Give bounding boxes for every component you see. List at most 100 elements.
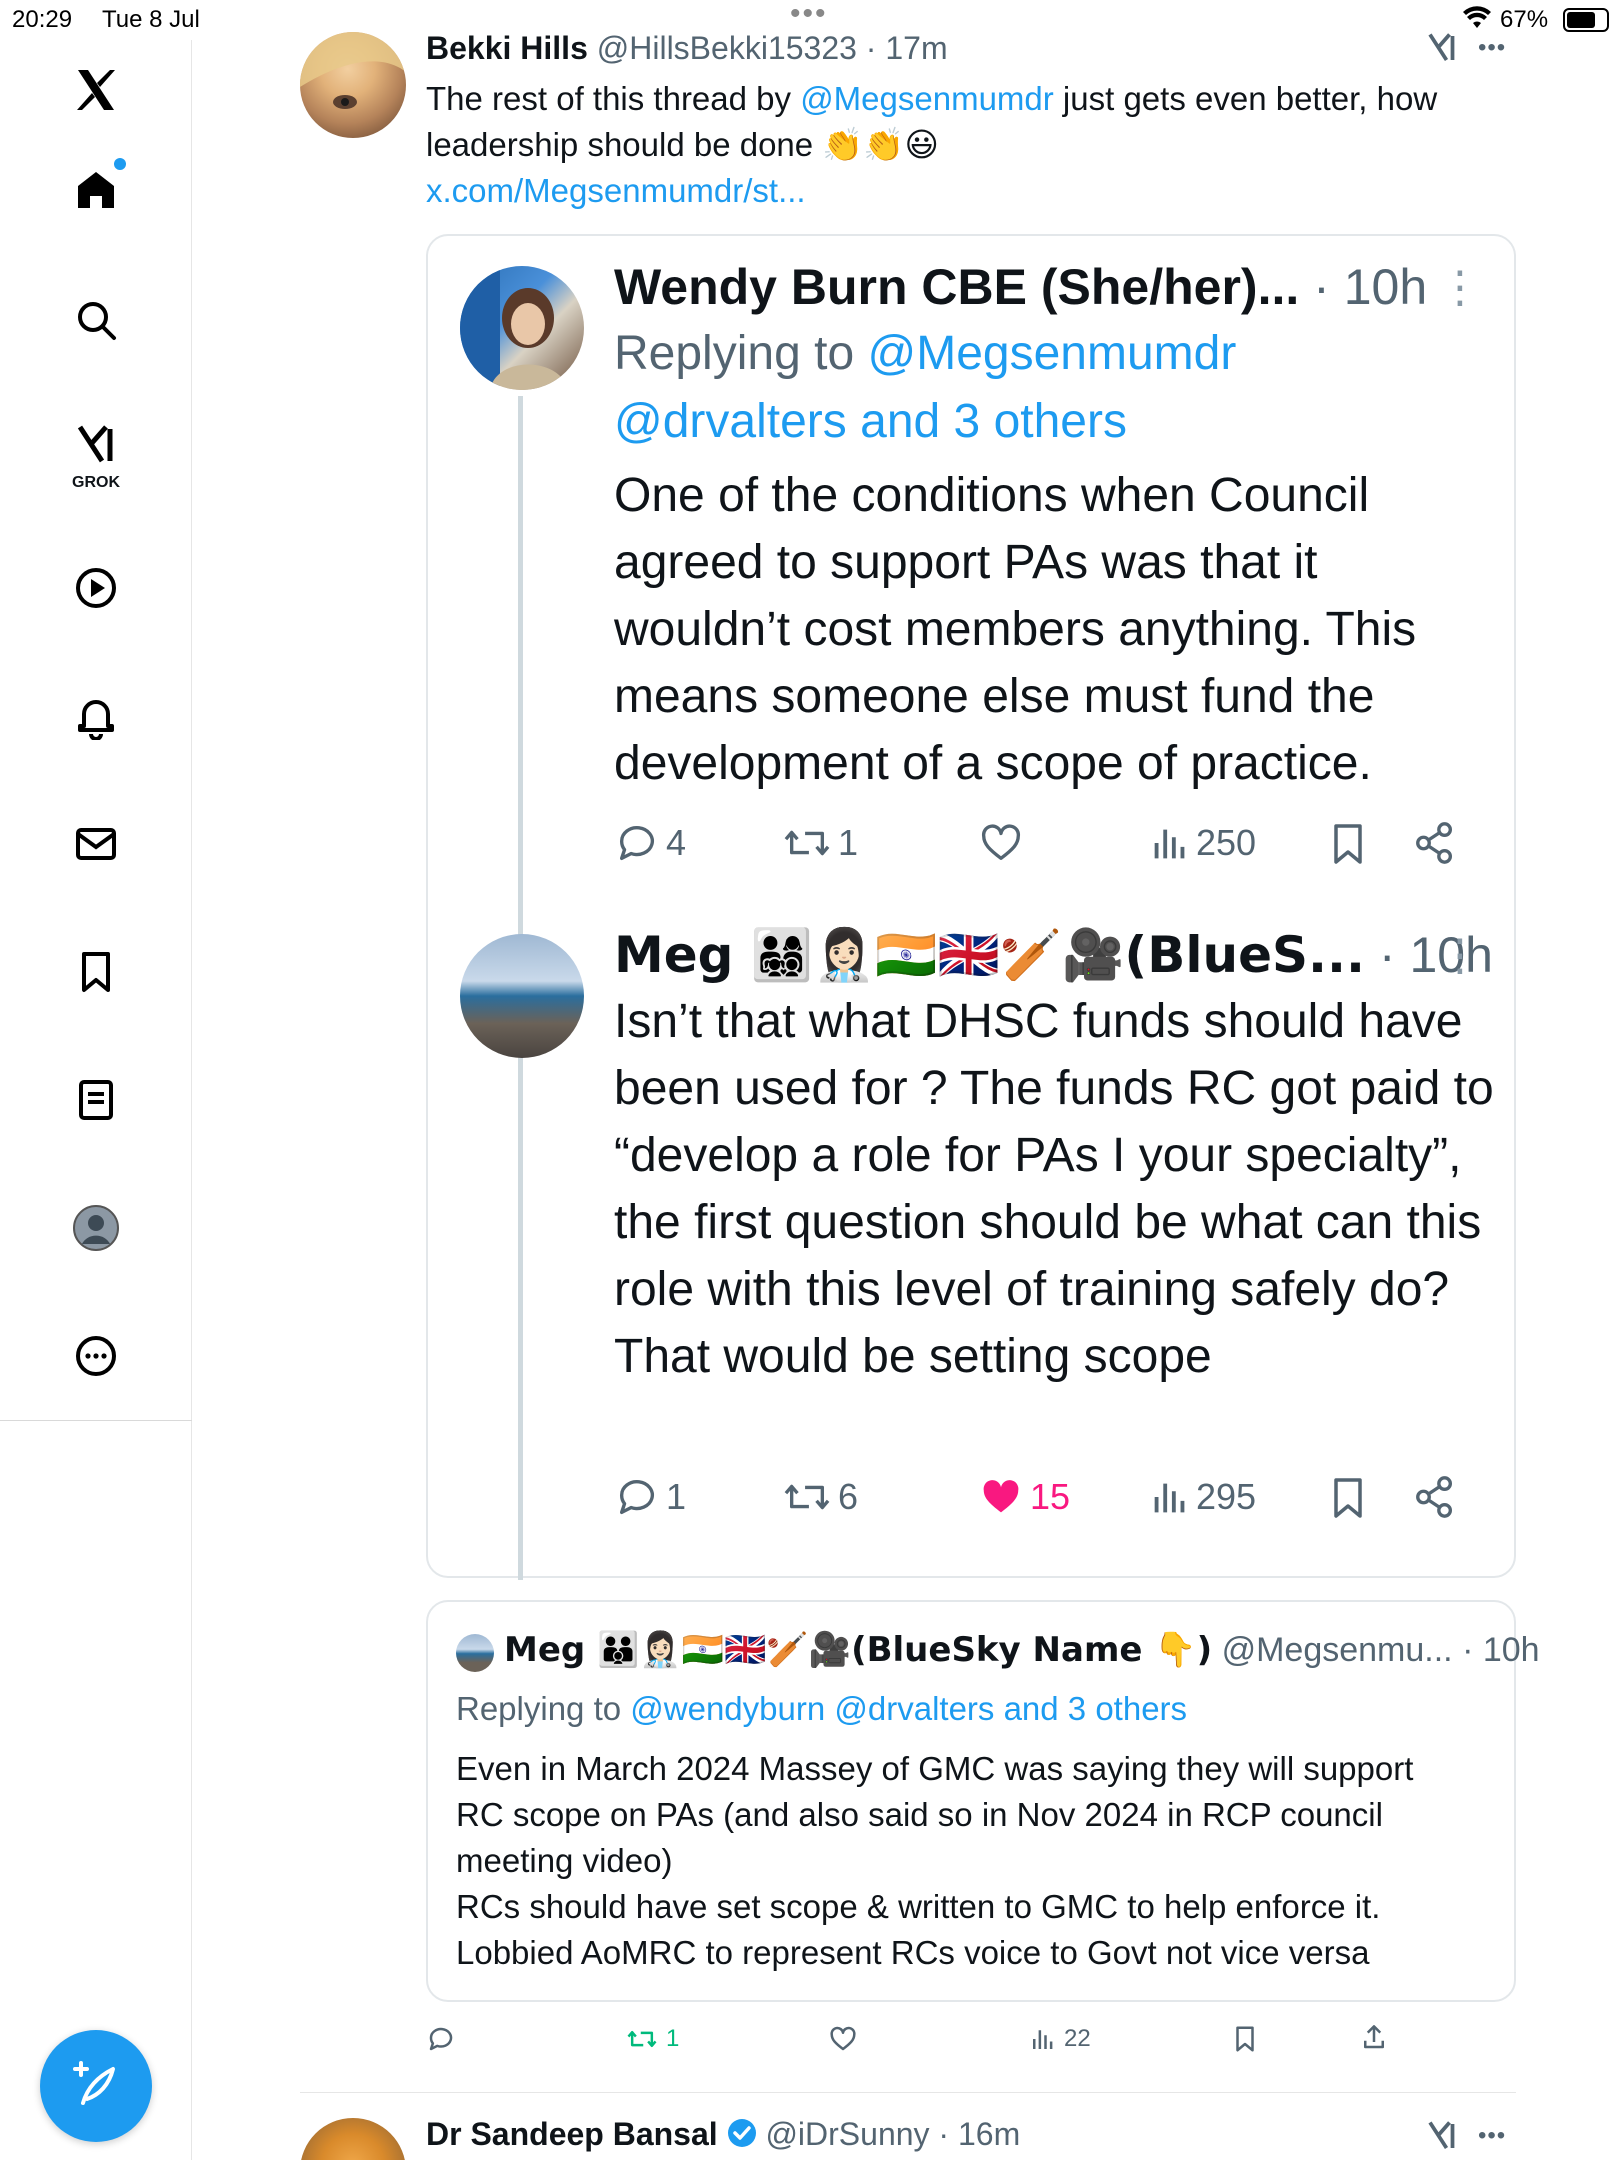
next-author-name[interactable]: Dr Sandeep Bansal (426, 2116, 718, 2152)
status-time: 20:29 (12, 6, 73, 33)
reply2-text: Isn’t that what DHSC funds should have b… (614, 995, 1494, 1383)
tweet-more-icon[interactable]: ••• (1478, 2122, 1506, 2150)
quote-author-name[interactable]: Meg 👪👩🏻‍⚕️🇮🇳🇬🇧🏏🎥(BlueSky Name 👇) (504, 1630, 1212, 1670)
grok-explain-icon[interactable] (1424, 2118, 1460, 2154)
share-upload-icon (1364, 2025, 1384, 2049)
views-button[interactable]: 22 (1030, 2024, 1091, 2054)
views-chart-icon (1033, 2030, 1053, 2049)
author-name[interactable]: Bekki Hills (426, 30, 588, 66)
reply1-more-icon[interactable]: ⋮ (1438, 266, 1482, 310)
embedded-image-card[interactable]: Wendy Burn CBE (She/her)... · 10h ⋮ Repl… (426, 234, 1516, 1580)
reply-icon (619, 826, 654, 861)
quote-text-line: meeting video) (456, 1842, 673, 1879)
video-play-icon[interactable] (56, 548, 136, 628)
reply1-bookmark-action[interactable] (1328, 820, 1368, 868)
bookmark-icon (1236, 2026, 1254, 2052)
quote-text-line: RCs should have set scope & written to G… (456, 1888, 1381, 1925)
share-icon (1416, 1476, 1453, 1518)
next-tweet-header: Dr Sandeep Bansal @iDrSunny · 16m (426, 2116, 1020, 2156)
share-icon (1416, 822, 1453, 864)
reply2-repost-action[interactable]: 6 (782, 1474, 858, 1520)
tweet-text-part: The rest of this thread by (426, 80, 801, 117)
reply1-view-count: 250 (1196, 822, 1257, 863)
reply1-repost-action[interactable]: 1 (782, 820, 858, 866)
repost-icon (627, 2031, 657, 2047)
home-icon[interactable] (56, 150, 136, 230)
status-date: Tue 8 Jul (102, 6, 200, 33)
reply2-more-icon[interactable]: ⋮ (1438, 934, 1482, 978)
tweet-divider (300, 2092, 1516, 2093)
repost-count: 1 (666, 2025, 680, 2052)
views-chart-icon (1154, 829, 1185, 859)
reply1-reply-count: 4 (666, 822, 687, 863)
bookmark-icon (1334, 824, 1362, 864)
quote-text-line: RC scope on PAs (and also said so in Nov… (456, 1796, 1383, 1833)
replying-label: Replying to (614, 327, 868, 380)
messages-envelope-icon[interactable] (56, 804, 136, 884)
author-avatar[interactable] (300, 32, 406, 138)
repost-button[interactable]: 1 (626, 2024, 679, 2054)
sidebar-divider (0, 1420, 192, 1421)
tweet-header: Bekki Hills @HillsBekki15323 · 17m (426, 30, 948, 67)
bookmarks-icon[interactable] (56, 932, 136, 1012)
quoted-tweet-card[interactable]: Meg 👪👩🏻‍⚕️🇮🇳🇬🇧🏏🎥(BlueSky Name 👇) @Megsen… (426, 1600, 1540, 2002)
reply1-views-action[interactable]: 250 (1150, 820, 1256, 866)
reply1-share-action[interactable] (1412, 820, 1458, 866)
reply2-header: Meg 👨‍👩‍👧‍👦👩🏻‍⚕️🇮🇳🇬🇧🏏🎥(BlueS... · 10h (614, 926, 1493, 985)
replying-label: Replying to (456, 1690, 631, 1727)
battery-icon (1563, 8, 1609, 32)
reply2-share-action[interactable] (1412, 1474, 1458, 1520)
reply-button[interactable] (426, 2024, 456, 2054)
reply1-author-name[interactable]: Wendy Burn CBE (She/her)... (614, 259, 1299, 315)
quote-text-line: Even in March 2024 Massey of GMC was say… (456, 1750, 1414, 1787)
views-chart-icon (1154, 1483, 1185, 1513)
reply1-text: One of the conditions when Council agree… (614, 469, 1417, 790)
quote-replying-handles[interactable]: @wendyburn @drvalters and 3 others (630, 1690, 1187, 1727)
reply2-avatar[interactable] (460, 934, 584, 1058)
reply-icon (429, 2027, 453, 2051)
reply2-reply-action[interactable]: 1 (614, 1474, 686, 1520)
quote-avatar[interactable] (456, 1634, 494, 1672)
compose-post-button[interactable] (40, 2030, 152, 2142)
like-button[interactable] (828, 2024, 858, 2054)
search-icon[interactable] (56, 280, 136, 360)
like-heart-icon (830, 2026, 856, 2051)
next-author-avatar[interactable] (300, 2118, 406, 2160)
tweet-header-actions: ••• (1424, 30, 1506, 66)
share-button[interactable] (1360, 2022, 1388, 2052)
bookmark-icon (1334, 1478, 1362, 1518)
repost-icon (784, 830, 830, 856)
more-options-icon[interactable] (56, 1316, 136, 1396)
next-author-handle[interactable]: @iDrSunny (765, 2116, 929, 2152)
reply1-header: Wendy Burn CBE (She/her)... · 10h (614, 258, 1427, 316)
grok-label: GROK (72, 474, 120, 491)
tweet-link[interactable]: x.com/Megsenmumdr/st... (426, 172, 806, 209)
next-tweet-time: · 16m (938, 2116, 1021, 2152)
grok-icon[interactable]: GROK (56, 412, 136, 492)
lists-icon[interactable] (56, 1060, 136, 1140)
reply1-replying-to: Replying to @Megsenmumdr @drvalters and … (614, 320, 1314, 456)
reply1-reply-action[interactable]: 4 (614, 820, 686, 866)
quote-text: Even in March 2024 Massey of GMC was say… (456, 1746, 1496, 1976)
tweet-more-icon[interactable]: ••• (1478, 34, 1506, 62)
reply1-like-action[interactable] (978, 820, 1024, 866)
repost-icon (784, 1484, 830, 1510)
reply1-avatar[interactable] (460, 266, 584, 390)
notifications-bell-icon[interactable] (56, 676, 136, 756)
reply2-bookmark-action[interactable] (1328, 1474, 1368, 1522)
quote-text-line: Lobbied AoMRC to represent RCs voice to … (456, 1934, 1370, 1971)
profile-avatar-icon[interactable] (56, 1188, 136, 1268)
reply2-like-action[interactable]: 15 (978, 1474, 1070, 1520)
x-logo-icon[interactable] (56, 50, 136, 130)
grok-explain-icon[interactable] (1424, 30, 1460, 66)
multitasking-dots-icon[interactable]: ••• (790, 0, 828, 29)
reply2-author-name[interactable]: Meg 👨‍👩‍👧‍👦👩🏻‍⚕️🇮🇳🇬🇧🏏🎥(BlueS... (614, 926, 1365, 984)
bookmark-button[interactable] (1232, 2024, 1258, 2054)
quote-handle-time[interactable]: @Megsenmu... · 10h (1212, 1631, 1540, 1669)
reply1-repost-count: 1 (838, 822, 859, 863)
author-handle[interactable]: @HillsBekki15323 (597, 30, 857, 66)
mention-link[interactable]: @Megsenmumdr (800, 80, 1054, 117)
reply2-reply-count: 1 (666, 1476, 687, 1517)
reply2-views-action[interactable]: 295 (1150, 1474, 1256, 1520)
like-heart-icon (981, 824, 1021, 861)
